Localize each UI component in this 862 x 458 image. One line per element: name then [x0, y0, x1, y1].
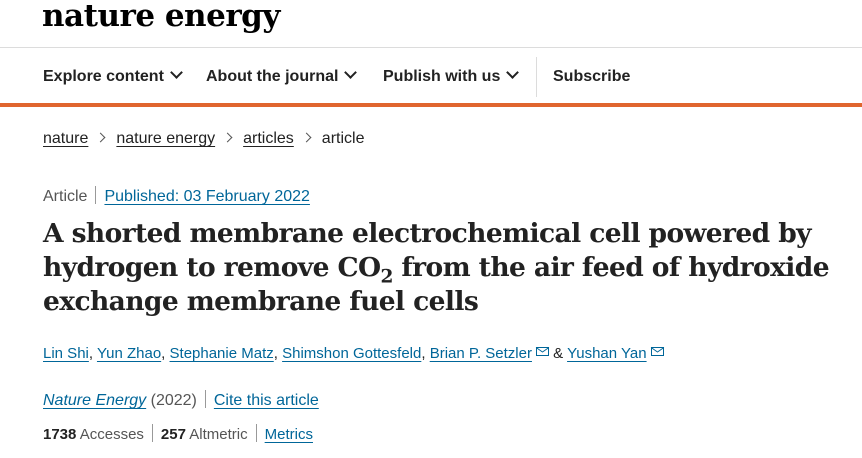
- mail-icon[interactable]: [535, 347, 549, 356]
- nav-explore-content[interactable]: Explore content: [43, 57, 183, 97]
- author-link[interactable]: Brian P. Setzler: [430, 345, 532, 362]
- author-link[interactable]: Yun Zhao: [97, 345, 161, 362]
- published-date-link[interactable]: Published: 03 February 2022: [104, 188, 309, 205]
- header-divider: [0, 47, 862, 48]
- accesses-label: Accesses: [79, 426, 144, 443]
- divider: [204, 390, 206, 408]
- divider: [151, 424, 153, 442]
- publication-year: (2022): [150, 392, 197, 409]
- breadcrumb-current: article: [321, 130, 365, 147]
- main-nav: Explore content About the journal Publis…: [0, 57, 862, 97]
- journal-link[interactable]: Nature Energy: [43, 392, 146, 409]
- divider: [95, 186, 97, 204]
- chevron-right-icon: [222, 132, 233, 143]
- nav-label: About the journal: [206, 68, 339, 85]
- citation-row: Nature Energy (2022) Cite this article: [43, 390, 319, 410]
- chevron-right-icon: [301, 132, 312, 143]
- nav-label: Publish with us: [383, 68, 501, 85]
- author-link[interactable]: Lin Shi: [43, 345, 89, 362]
- article-meta: Article Published: 03 February 2022: [43, 186, 310, 206]
- metrics-link[interactable]: Metrics: [265, 426, 313, 443]
- accesses-count: 1738: [43, 426, 77, 443]
- altmetric-label: Altmetric: [189, 426, 248, 443]
- title-subscript: 2: [380, 266, 393, 288]
- author-link[interactable]: Shimshon Gottesfeld: [282, 345, 421, 362]
- nav-publish-with-us[interactable]: Publish with us: [383, 57, 520, 97]
- nav-separator: [536, 57, 537, 97]
- article-type: Article: [43, 188, 88, 205]
- mail-icon[interactable]: [650, 347, 664, 356]
- nav-label: Explore content: [43, 68, 164, 85]
- chevron-down-icon: [506, 66, 520, 79]
- subscribe-link[interactable]: Subscribe: [553, 57, 630, 97]
- breadcrumb-nature-energy[interactable]: nature energy: [116, 130, 215, 147]
- chevron-right-icon: [95, 132, 106, 143]
- cite-article-link[interactable]: Cite this article: [214, 392, 319, 409]
- metrics-row: 1738 Accesses 257 Altmetric Metrics: [43, 424, 313, 443]
- divider: [255, 424, 257, 442]
- nav-about-journal[interactable]: About the journal: [206, 57, 358, 97]
- author-link[interactable]: Yushan Yan: [567, 345, 647, 362]
- altmetric-count: 257: [160, 426, 186, 443]
- accent-bar: [0, 103, 862, 107]
- author-link[interactable]: Stephanie Matz: [170, 345, 274, 362]
- chevron-down-icon: [170, 66, 183, 79]
- breadcrumb-nature[interactable]: nature: [43, 130, 88, 147]
- author-list: Lin Shi, Yun Zhao, Stephanie Matz, Shims…: [43, 345, 664, 362]
- chevron-down-icon: [344, 66, 358, 79]
- breadcrumb-articles[interactable]: articles: [243, 130, 294, 147]
- author-joiner: &: [553, 345, 564, 362]
- site-logo[interactable]: nature energy: [42, 0, 280, 34]
- article-title: A shorted membrane electrochemical cell …: [43, 217, 843, 319]
- breadcrumb: nature nature energy articles article: [43, 130, 364, 148]
